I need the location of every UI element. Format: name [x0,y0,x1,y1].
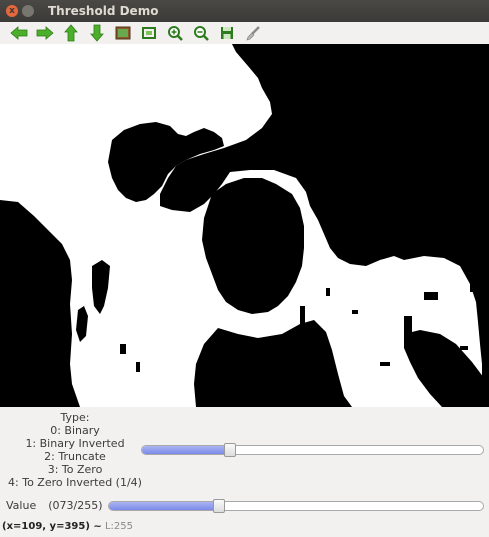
close-icon: x [9,5,15,16]
type-option-binary: 0: Binary [50,424,100,437]
type-option-truncate: 2: Truncate [44,450,106,463]
floppy-save-icon [221,27,233,39]
threshold-image-view[interactable] [0,44,489,407]
arrow-up-icon [64,24,78,42]
pan-right-button[interactable] [32,23,58,43]
save-button[interactable] [214,23,240,43]
value-slider-handle[interactable] [213,499,225,513]
zoom-original-icon [142,27,156,39]
thresholded-webcam-image [0,44,489,407]
arrow-right-icon [36,26,54,40]
title-bar: x Threshold Demo [0,0,489,22]
type-slider[interactable] [141,443,484,457]
value-slider[interactable] [108,499,484,513]
window-title: Threshold Demo [48,4,159,18]
type-trackbar-label: Type: 0: Binary 1: Binary Inverted 2: Tr… [0,411,150,489]
zoom-fit-button[interactable] [110,23,136,43]
toolbar [0,22,489,44]
zoom-out-button[interactable] [188,23,214,43]
arrow-left-icon [10,26,28,40]
trackbar-panel: Type: 0: Binary 1: Binary Inverted 2: Tr… [0,407,489,517]
status-bar: (x=109, y=395) ~ L:255 [0,517,489,537]
type-slider-handle[interactable] [224,443,236,457]
value-label: Value [6,499,37,512]
type-option-binary-inverted: 1: Binary Inverted [25,437,125,450]
brush-icon [246,26,260,41]
type-slider-fill [142,446,230,454]
minimize-button[interactable] [22,5,34,17]
type-option-to-zero: 3: To Zero [47,463,103,476]
status-coordinates: (x=109, y=395) ~ [2,521,102,532]
value-readout: (073/255) [48,499,103,512]
pan-up-button[interactable] [58,23,84,43]
close-button[interactable]: x [6,5,18,17]
arrow-down-icon [90,24,104,42]
zoom-in-button[interactable] [162,23,188,43]
status-luminance: L:255 [104,521,133,532]
pan-down-button[interactable] [84,23,110,43]
value-trackbar-label: Value (073/255) [6,499,115,512]
properties-button[interactable] [240,23,266,43]
value-slider-fill [109,502,219,510]
zoom-original-button[interactable] [136,23,162,43]
type-label-title: Type: [60,411,90,424]
image-icon [115,26,131,40]
type-option-to-zero-inverted: 4: To Zero Inverted (1/4) [8,476,142,489]
zoom-in-icon [168,26,183,41]
zoom-out-icon [194,26,209,41]
pan-left-button[interactable] [6,23,32,43]
